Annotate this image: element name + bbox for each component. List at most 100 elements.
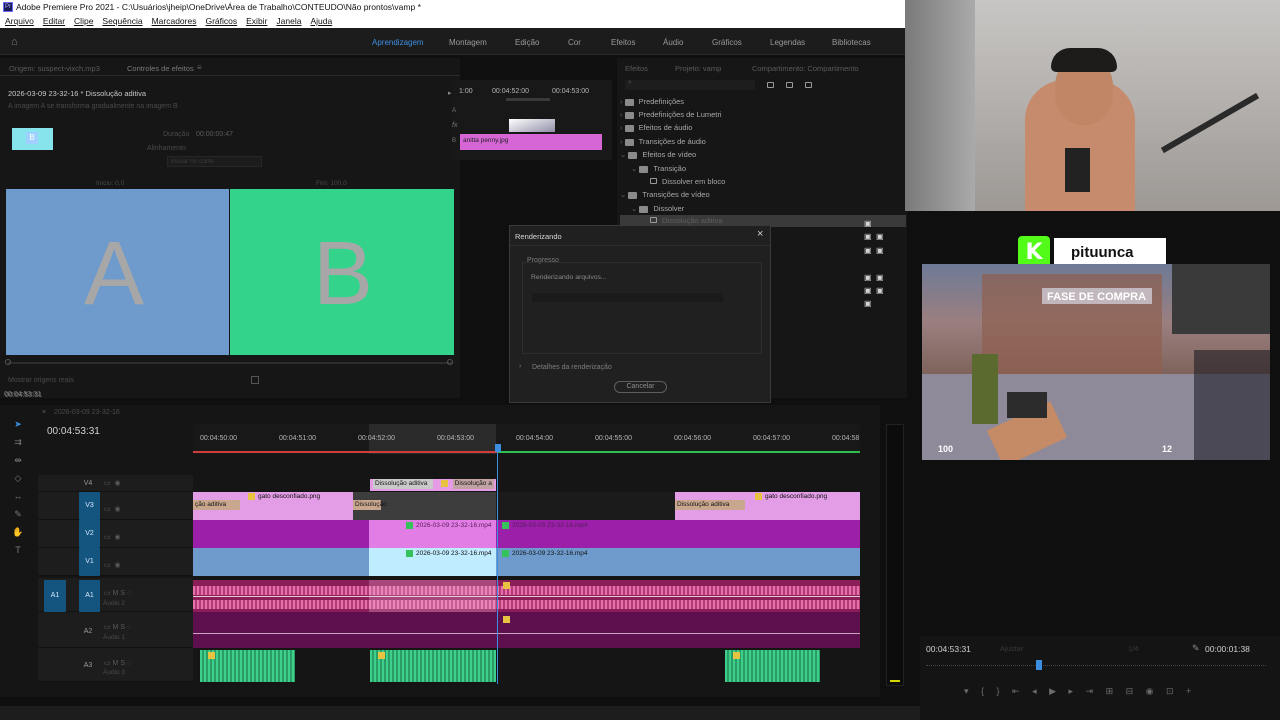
render-bar-green (498, 451, 860, 453)
workspace-bibliotecas[interactable]: Bibliotecas (832, 38, 871, 47)
chevron-right-icon[interactable]: › (519, 363, 521, 370)
effects-item-dissolve[interactable]: ⌄ Dissolver (631, 203, 684, 215)
render-status-text: Renderizando arquivos... (531, 274, 607, 281)
slider-right-handle[interactable] (447, 359, 453, 365)
track-label-v3[interactable]: V3 (79, 492, 100, 520)
search-icon: ⌕ (628, 79, 632, 86)
effects-item-video-transitions[interactable]: ⌄ Transições de vídeo (620, 189, 710, 201)
effects-search-input[interactable]: ⌕ (625, 79, 755, 90)
wrench-icon[interactable]: ✎ (1192, 643, 1200, 654)
program-duration: 00:00:01:38 (1205, 644, 1250, 654)
workspace-montagem[interactable]: Montagem (449, 38, 487, 47)
track-label-v4[interactable]: V4 (82, 478, 94, 490)
ripple-edit-tool-icon[interactable]: ⇹ (8, 451, 28, 469)
menu-marcadores[interactable]: Marcadores (152, 14, 197, 28)
a1-audio-clip[interactable] (193, 580, 860, 612)
duration-value[interactable]: 00:00:00:47 (196, 131, 233, 138)
track-label-a3[interactable]: A3 (82, 660, 94, 672)
accelerated-effects-icon[interactable] (767, 82, 774, 88)
transport-controls[interactable]: ▾ { } ⇤ ◂ ▶ ▸ ⇥ ⊞ ⊟ ◉ ⊡ + (964, 686, 1264, 697)
render-progress-bar (532, 293, 723, 302)
v2-clip[interactable]: 2026-03-09 23-32-16.mp4 2026-03-09 23-32… (193, 520, 860, 548)
track-label-a2[interactable]: A2 (82, 626, 94, 638)
track-label-v2[interactable]: V2 (79, 520, 100, 548)
workspace-cor[interactable]: Cor (568, 38, 581, 47)
yuv-effects-icon[interactable] (805, 82, 812, 88)
menu-editar[interactable]: Editar (43, 14, 65, 28)
32bit-effects-icon[interactable] (786, 82, 793, 88)
workspace-aprendizagem[interactable]: Aprendizagem (372, 38, 424, 47)
razor-tool-icon[interactable]: ◇ (8, 469, 28, 487)
close-icon[interactable]: × (757, 228, 763, 240)
a3-audio-clip-3[interactable] (725, 650, 820, 682)
close-sequence-icon[interactable]: × (42, 409, 46, 416)
tab-project[interactable]: Projeto: vamp (675, 64, 721, 73)
workspace-legendas[interactable]: Legendas (770, 38, 805, 47)
menu-janela[interactable]: Janela (276, 14, 301, 28)
folder-icon (628, 151, 638, 159)
v3-clip-gato-1[interactable]: ção aditiva gato desconfiado.png (193, 492, 371, 520)
render-bar-red (193, 451, 498, 453)
track-label-v1[interactable]: V1 (79, 548, 100, 576)
v4-clip[interactable]: Dissolução aditiva Dissolução a (370, 479, 496, 491)
a2-audio-clip[interactable] (193, 612, 860, 648)
menu-ajuda[interactable]: Ajuda (310, 14, 332, 28)
slider-left-handle[interactable] (5, 359, 11, 365)
tab-bin[interactable]: Compartimento: Compartimento (752, 64, 859, 73)
quality-dropdown[interactable]: 1/4 (1128, 644, 1138, 653)
menu-sequencia[interactable]: Sequência (102, 14, 142, 28)
show-real-sources-checkbox[interactable] (251, 376, 259, 384)
tab-effects[interactable]: Efeitos (625, 64, 648, 73)
mini-transition-clip[interactable] (509, 119, 555, 132)
pen-tool-icon[interactable]: ✎ (8, 505, 28, 523)
source-patch-a1[interactable]: A1 (44, 580, 66, 612)
effects-item-lumetri[interactable]: › Predefinições de Lumetri (620, 109, 722, 121)
workspace-graficos[interactable]: Gráficos (712, 38, 742, 47)
health-value: 100 (938, 444, 954, 454)
workspace-edicao[interactable]: Edição (515, 38, 539, 47)
menu-clipe[interactable]: Clipe (74, 14, 93, 28)
ruler-label: 00:04:58 (832, 435, 860, 442)
menu-arquivo[interactable]: Arquivo (5, 14, 34, 28)
panel-menu-icon[interactable]: ≡ (197, 63, 202, 72)
menu-exibir[interactable]: Exibir (246, 14, 267, 28)
tab-source[interactable]: Origem: suspect-vixch.mp3 (9, 64, 100, 73)
a3-audio-clip-2[interactable] (370, 650, 496, 682)
timeline-tab[interactable]: 2026-03-09 23-32-16 (54, 409, 120, 416)
track-controls[interactable]: ▭ ◉ ▭ ◉ ▭ ◉ ▭ ◉ ▭ M S ◌ ▭ M S ◌ ▭ M S ◌ (104, 479, 194, 679)
alignment-dropdown[interactable]: Iniciar no corte (167, 156, 262, 167)
cancel-button[interactable]: Cancelar (614, 381, 667, 393)
menu-graficos[interactable]: Gráficos (205, 14, 237, 28)
track-label-a1[interactable]: A1 (79, 580, 100, 612)
selection-tool-icon[interactable]: ➤ (8, 415, 28, 433)
effects-item-video-effects[interactable]: ⌄ Efeitos de vídeo (620, 149, 696, 161)
effects-item-audio-effects[interactable]: › Efeitos de áudio (620, 122, 692, 134)
fit-dropdown[interactable]: Ajustar (1000, 644, 1023, 653)
v3-clip-gato-2[interactable]: Dissolução aditiva gato desconfiado.png (675, 492, 860, 520)
playhead-line[interactable] (497, 452, 498, 684)
play-transition-icon[interactable]: ▸ (448, 89, 452, 97)
workspace-audio[interactable]: Áudio (663, 38, 683, 47)
v1-clip[interactable]: 2026-03-09 23-32-16.mp4 2026-03-09 23-32… (193, 548, 860, 576)
v3-clip-gap[interactable]: Dissolução (353, 492, 496, 520)
effects-item-audio-transitions[interactable]: › Transições de áudio (620, 136, 706, 148)
program-playhead[interactable] (1036, 660, 1042, 670)
program-scrub-bar[interactable] (926, 665, 1266, 669)
progress-group: Renderizando arquivos... (522, 262, 762, 354)
effects-item-transicao[interactable]: ⌄ Transição (631, 163, 686, 175)
workspace-efeitos[interactable]: Efeitos (611, 38, 635, 47)
mini-track-a: A (452, 108, 457, 114)
hand-tool-icon[interactable]: ✋ (8, 523, 28, 541)
tab-effect-controls[interactable]: Controles de efeitos (127, 64, 194, 73)
preview-slider[interactable] (8, 362, 453, 364)
type-tool-icon[interactable]: T (8, 541, 28, 559)
slip-tool-icon[interactable]: ↔ (8, 487, 28, 505)
render-details-toggle[interactable]: Detalhes da renderização (532, 364, 612, 371)
track-select-tool-icon[interactable]: ⇉ (8, 433, 28, 451)
a3-audio-clip-1[interactable] (200, 650, 295, 682)
home-icon[interactable]: ⌂ (11, 36, 23, 48)
playhead-handle[interactable] (495, 444, 501, 452)
effects-item-block-dissolve[interactable]: Dissolver em bloco (650, 176, 725, 188)
mini-clip-b[interactable]: anitta penny.jpg (460, 134, 602, 150)
effects-item-presets[interactable]: › Predefinições (620, 96, 684, 108)
